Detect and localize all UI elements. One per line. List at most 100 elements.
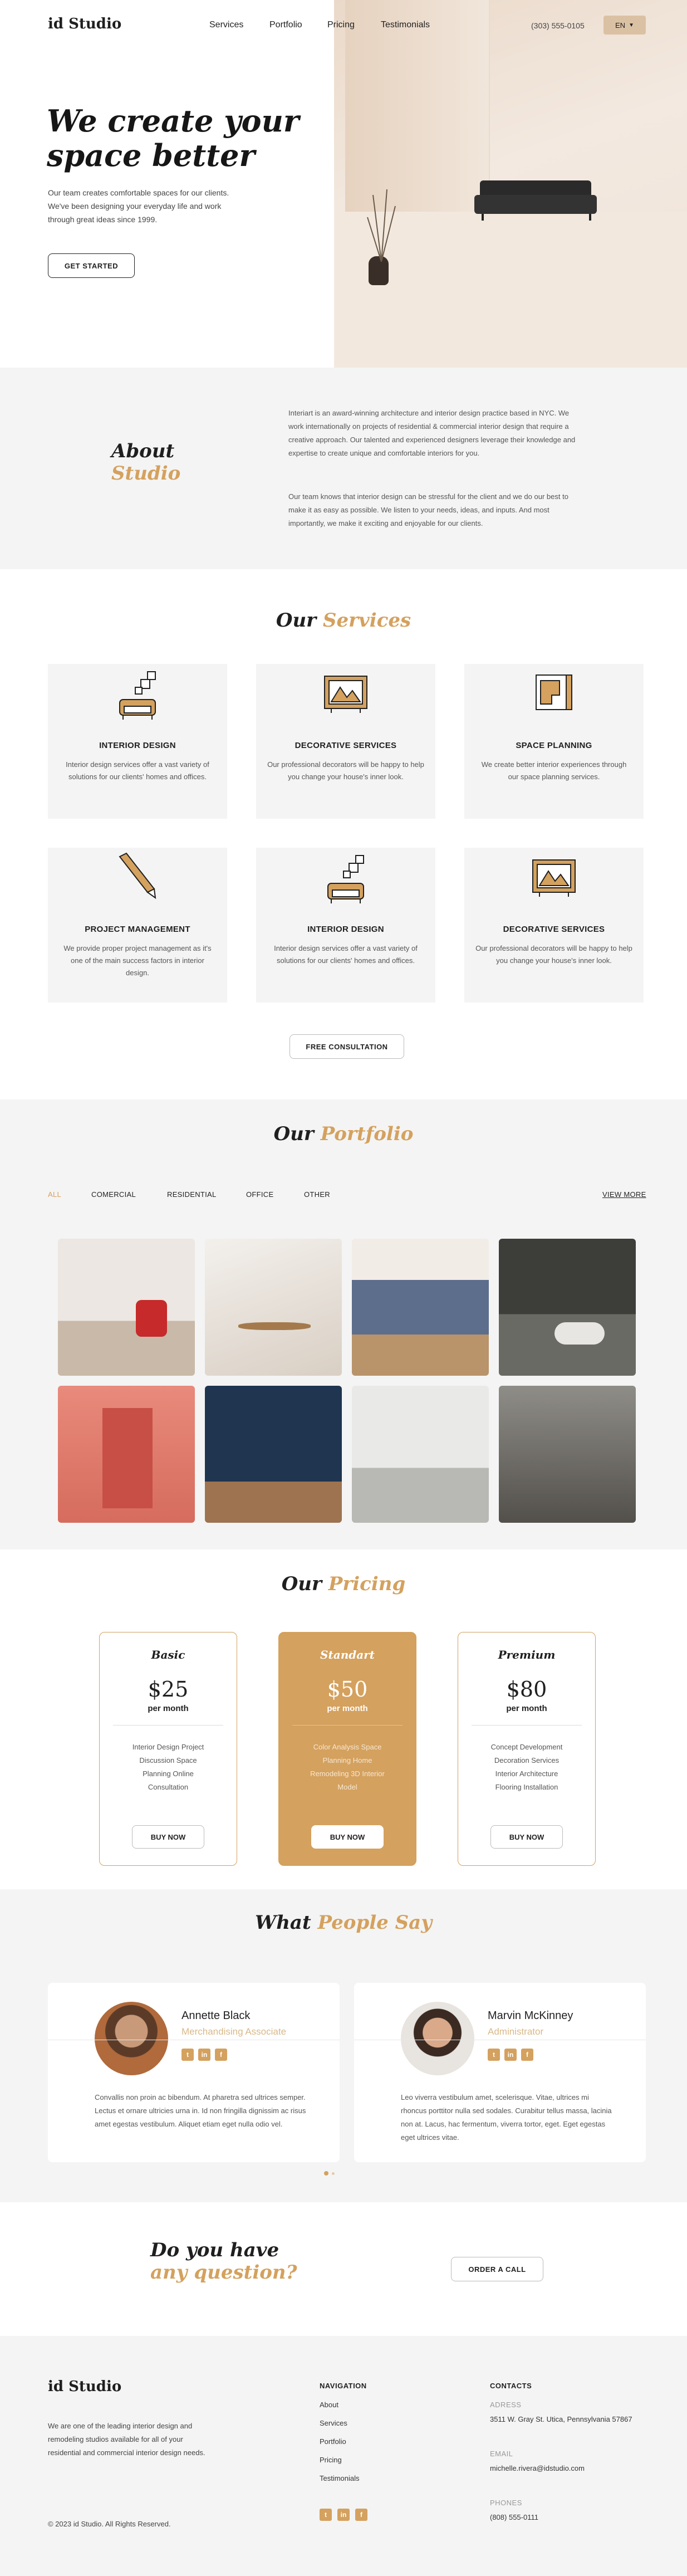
facebook-icon[interactable]: f bbox=[215, 2049, 227, 2061]
blueprint-icon bbox=[536, 674, 572, 710]
nav-testimonials[interactable]: Testimonials bbox=[381, 20, 430, 30]
service-card[interactable]: DECORATIVE SERVICES Our professional dec… bbox=[256, 664, 435, 819]
buy-now-button[interactable]: BUY NOW bbox=[311, 1825, 384, 1849]
plan-features: Interior Design Project Discussion Space… bbox=[132, 1743, 204, 1791]
testimonial-role: Administrator bbox=[488, 2026, 544, 2037]
footer-contacts-title: CONTACTS bbox=[490, 2382, 532, 2390]
portfolio-photo[interactable] bbox=[58, 1239, 195, 1376]
copyright: © 2023 id Studio. All Rights Reserved. bbox=[48, 2520, 171, 2528]
avatar bbox=[401, 2002, 474, 2075]
portfolio-photo[interactable] bbox=[58, 1386, 195, 1523]
plan-features: Concept Development Decoration Services … bbox=[490, 1743, 563, 1791]
portfolio-photo[interactable] bbox=[205, 1239, 342, 1376]
service-card[interactable]: INTERIOR DESIGN Interior design services… bbox=[48, 664, 227, 819]
footer-text: We are one of the leading interior desig… bbox=[48, 2422, 205, 2457]
get-started-button[interactable]: GET STARTED bbox=[48, 253, 135, 278]
hero-title-line2: space better bbox=[47, 138, 255, 173]
portfolio-photo[interactable] bbox=[499, 1239, 636, 1376]
service-title: INTERIOR DESIGN bbox=[99, 741, 176, 750]
testimonials-title: What People Say bbox=[255, 1912, 432, 1934]
service-text: Interior design services offer a vast va… bbox=[274, 944, 418, 965]
divider bbox=[292, 1725, 403, 1726]
language-select[interactable]: EN ▼ bbox=[603, 16, 646, 35]
filter-comercial[interactable]: COMERCIAL bbox=[91, 1190, 136, 1199]
divider bbox=[472, 1725, 582, 1726]
service-text: We create better interior experiences th… bbox=[481, 760, 627, 781]
linkedin-icon[interactable]: in bbox=[198, 2049, 210, 2061]
portfolio-photo[interactable] bbox=[352, 1239, 489, 1376]
nav-portfolio[interactable]: Portfolio bbox=[269, 20, 302, 30]
carousel-dot-active[interactable] bbox=[324, 2171, 328, 2176]
nav-services[interactable]: Services bbox=[209, 20, 243, 30]
pricing-card-basic: Basic $25 per month Interior Design Proj… bbox=[99, 1632, 237, 1866]
email-value[interactable]: michelle.rivera@idstudio.com bbox=[490, 2464, 585, 2472]
header-phone[interactable]: (303) 555-0105 bbox=[531, 21, 585, 30]
footer-link-pricing[interactable]: Pricing bbox=[320, 2456, 342, 2464]
footer-link-about[interactable]: About bbox=[320, 2401, 338, 2409]
free-consultation-button[interactable]: FREE CONSULTATION bbox=[289, 1034, 404, 1059]
phone-value[interactable]: (808) 555-0111 bbox=[490, 2513, 538, 2521]
footer-link-services[interactable]: Services bbox=[320, 2419, 347, 2427]
facebook-icon[interactable]: f bbox=[355, 2509, 367, 2521]
buy-now-button[interactable]: BUY NOW bbox=[132, 1825, 204, 1849]
plan-name: Standart bbox=[320, 1648, 375, 1661]
buy-now-button[interactable]: BUY NOW bbox=[490, 1825, 563, 1849]
portfolio-photo[interactable] bbox=[205, 1386, 342, 1523]
facebook-icon[interactable]: f bbox=[521, 2049, 533, 2061]
sofa-icon bbox=[327, 855, 364, 903]
service-card[interactable]: INTERIOR DESIGN Interior design services… bbox=[256, 848, 435, 1003]
about-title-line1: About bbox=[111, 440, 175, 462]
pencil-icon bbox=[119, 852, 156, 900]
picture-frame-icon bbox=[324, 676, 367, 713]
plan-price: $50 bbox=[327, 1677, 368, 1702]
hero-image bbox=[334, 0, 687, 368]
footer-link-portfolio[interactable]: Portfolio bbox=[320, 2437, 346, 2446]
service-card[interactable]: PROJECT MANAGEMENT We provide proper pro… bbox=[48, 848, 227, 1003]
footer-nav-title: NAVIGATION bbox=[320, 2382, 367, 2390]
order-call-button[interactable]: ORDER A CALL bbox=[451, 2257, 543, 2281]
plan-name: Basic bbox=[151, 1648, 185, 1661]
portfolio-title: Our Portfolio bbox=[273, 1123, 414, 1145]
filter-residential[interactable]: RESIDENTIAL bbox=[167, 1190, 217, 1199]
portfolio-photo[interactable] bbox=[352, 1386, 489, 1523]
footer-logo[interactable]: id Studio bbox=[48, 2378, 121, 2395]
service-card[interactable]: DECORATIVE SERVICES Our professional dec… bbox=[464, 848, 644, 1003]
service-text: We provide proper project management as … bbox=[63, 944, 212, 977]
nav-pricing[interactable]: Pricing bbox=[327, 20, 355, 30]
plan-price: $80 bbox=[506, 1677, 547, 1702]
plan-name: Premium bbox=[498, 1648, 556, 1661]
avatar bbox=[95, 2002, 168, 2075]
linkedin-icon[interactable]: in bbox=[504, 2049, 517, 2061]
filter-all[interactable]: ALL bbox=[48, 1190, 61, 1199]
about-paragraph-2: Our team knows that interior design can … bbox=[288, 492, 568, 527]
filter-other[interactable]: OTHER bbox=[304, 1190, 330, 1199]
picture-frame-icon bbox=[532, 859, 576, 897]
pricing-card-premium: Premium $80 per month Concept Developmen… bbox=[458, 1632, 596, 1866]
twitter-icon[interactable]: t bbox=[488, 2049, 500, 2061]
testimonial-text: Convallis non proin ac bibendum. At phar… bbox=[95, 2093, 306, 2128]
logo[interactable]: id Studio bbox=[48, 16, 121, 32]
filter-office[interactable]: OFFICE bbox=[246, 1190, 273, 1199]
service-title: PROJECT MANAGEMENT bbox=[85, 925, 190, 934]
footer-link-testimonials[interactable]: Testimonials bbox=[320, 2474, 360, 2482]
twitter-icon[interactable]: t bbox=[181, 2049, 194, 2061]
carousel-dot[interactable] bbox=[332, 2172, 335, 2175]
dried-plant-illustration bbox=[367, 189, 396, 262]
testimonial-card: Marvin McKinney Administrator t in f Leo… bbox=[354, 1983, 646, 2162]
about-title: About Studio bbox=[111, 440, 180, 485]
service-title: DECORATIVE SERVICES bbox=[295, 741, 397, 750]
services-title: Our Services bbox=[276, 609, 411, 632]
service-card[interactable]: SPACE PLANNING We create better interior… bbox=[464, 664, 644, 819]
service-text: Interior design services offer a vast va… bbox=[66, 760, 209, 781]
twitter-icon[interactable]: t bbox=[320, 2509, 332, 2521]
plan-price: $25 bbox=[148, 1677, 189, 1702]
pricing-title: Our Pricing bbox=[281, 1573, 406, 1595]
portfolio-photo[interactable] bbox=[499, 1386, 636, 1523]
view-more-link[interactable]: VIEW MORE bbox=[602, 1190, 646, 1199]
about-paragraph-1: Interiart is an award-winning architectu… bbox=[288, 409, 576, 457]
about-section bbox=[0, 368, 687, 569]
testimonial-card: Annette Black Merchandising Associate t … bbox=[48, 1983, 340, 2162]
hero-title-line1: We create your bbox=[47, 103, 300, 139]
chevron-down-icon: ▼ bbox=[629, 22, 634, 28]
linkedin-icon[interactable]: in bbox=[337, 2509, 350, 2521]
